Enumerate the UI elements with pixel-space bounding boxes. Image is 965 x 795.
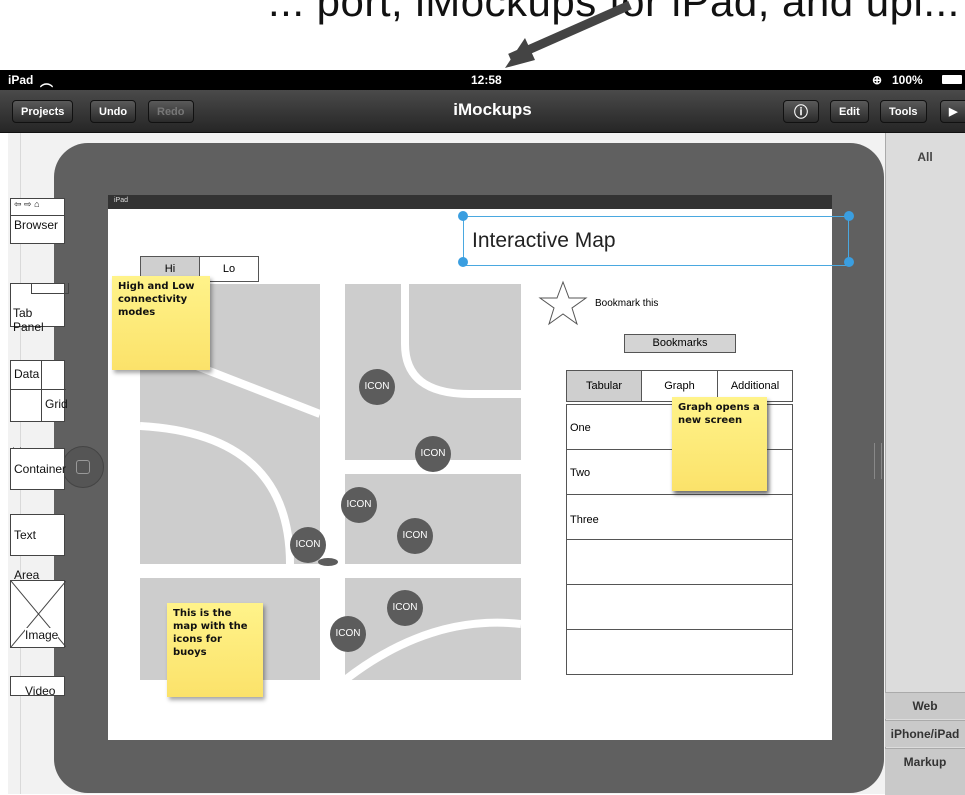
resize-handle[interactable]: [458, 257, 468, 267]
star-icon[interactable]: [538, 280, 588, 326]
map-icon[interactable]: ICON: [415, 436, 451, 472]
bookmark-label: Bookmark this: [595, 298, 659, 309]
app-toolbar: Projects Undo Redo iMockups ⓘ Edit Tools…: [0, 90, 965, 133]
play-icon: ▶: [949, 106, 958, 118]
browser-nav-icon: ⇦ ⇨ ⌂: [11, 199, 64, 216]
sticky-note-graph[interactable]: Graph opens a new screen: [672, 397, 767, 491]
info-icon: ⓘ: [794, 104, 808, 120]
palette-section-web[interactable]: Web: [885, 692, 965, 719]
palette-label: Data: [14, 367, 40, 381]
map-icon[interactable]: ICON: [290, 527, 326, 563]
title-text-box[interactable]: Interactive Map: [463, 216, 849, 266]
battery-icon: [942, 75, 962, 84]
map-icon[interactable]: ICON: [330, 616, 366, 652]
palette-tab-panel[interactable]: Tab Panel: [10, 283, 69, 334]
mockup-device-label: iPad: [114, 197, 129, 204]
sticky-note[interactable]: This is the map with the icons for buoys: [167, 603, 263, 697]
palette-label: Image: [25, 628, 59, 642]
table-row[interactable]: [566, 584, 793, 630]
map-icon[interactable]: ICON: [341, 487, 377, 523]
grid-divider: [41, 361, 42, 421]
arrow-annotation-icon: [505, 0, 632, 68]
tab-tabular[interactable]: Tabular: [566, 370, 642, 402]
app-title: iMockups: [453, 100, 532, 119]
play-button[interactable]: ▶: [940, 100, 965, 123]
edit-button[interactable]: Edit: [830, 100, 869, 123]
info-button[interactable]: ⓘ: [783, 100, 819, 123]
palette-filter-all[interactable]: All: [885, 150, 965, 164]
palette-label: Grid: [45, 397, 68, 411]
palette-section-markup[interactable]: Markup: [885, 748, 965, 795]
resize-handle[interactable]: [458, 211, 468, 221]
palette-label: Browser: [14, 218, 59, 232]
device-label: iPad: [8, 73, 34, 87]
resize-handle[interactable]: [844, 211, 854, 221]
map-icon[interactable]: ICON: [397, 518, 433, 554]
home-button-icon: [62, 446, 104, 488]
tools-button[interactable]: Tools: [880, 100, 927, 123]
palette-container[interactable]: Container: [10, 448, 66, 490]
table-row[interactable]: Three: [566, 494, 793, 540]
table-row[interactable]: [566, 629, 793, 675]
status-bar: iPad ︵ 12:58 ⊕ 100%: [0, 70, 965, 90]
tab-panel-icon: [31, 283, 69, 294]
mockup-status-bar: iPad: [108, 195, 918, 209]
sticky-note[interactable]: High and Low connectivity modes: [112, 276, 210, 370]
palette-browser[interactable]: ⇦ ⇨ ⌂ Browser: [10, 198, 65, 244]
palette-image[interactable]: Image: [10, 580, 66, 648]
map-icon[interactable]: ICON: [359, 369, 395, 405]
battery-percent: 100%: [892, 73, 923, 87]
palette-section-iphone-ipad[interactable]: iPhone/iPad: [885, 720, 965, 747]
clock: 12:58: [471, 73, 502, 87]
grid-divider: [11, 389, 66, 390]
palette-label: Tab Panel: [13, 306, 44, 334]
palette-text-area[interactable]: Text Area: [10, 514, 65, 582]
palette-video[interactable]: Video: [10, 676, 65, 696]
rotation-lock-icon: ⊕: [872, 73, 883, 87]
table-row[interactable]: [566, 539, 793, 585]
map-icon[interactable]: ICON: [387, 590, 423, 626]
wifi-icon: ︵: [40, 74, 54, 89]
resize-handle-right[interactable]: [874, 443, 882, 479]
palette-data-grid[interactable]: Data Grid: [10, 360, 68, 422]
resize-handle[interactable]: [844, 257, 854, 267]
bookmarks-button[interactable]: Bookmarks: [624, 334, 736, 353]
